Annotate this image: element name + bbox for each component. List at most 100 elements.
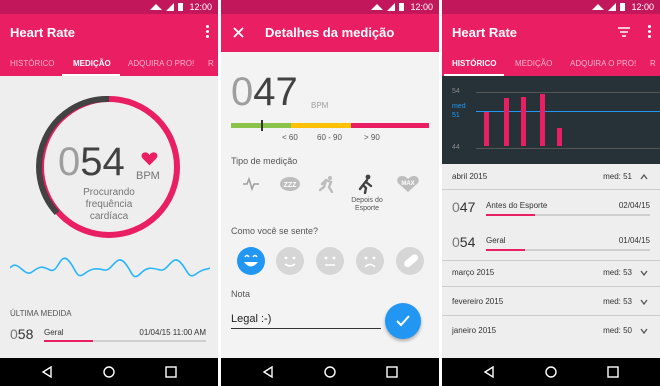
entry-label: Geral: [486, 236, 506, 245]
feeling-title: Como você se sente?: [231, 226, 319, 236]
filter-icon[interactable]: [618, 27, 630, 37]
heartbeat-icon[interactable]: [243, 177, 259, 191]
entry-date: 02/04/15: [618, 201, 650, 210]
home-icon[interactable]: [102, 365, 116, 379]
history-screen: 12:00 Heart Rate HISTÓRICO MEDIÇÃO ADQUI…: [442, 0, 660, 386]
bpm-reading: 054: [58, 142, 125, 182]
last-bpm-prefix: 0: [10, 326, 18, 342]
recents-icon[interactable]: [164, 365, 178, 379]
chevron-down-icon[interactable]: [640, 328, 648, 334]
status-icons: [371, 3, 404, 11]
chevron-up-icon[interactable]: [640, 174, 648, 180]
mood-sick-icon[interactable]: [395, 246, 425, 276]
month-row[interactable]: janeiro 2015 med: 50: [442, 320, 660, 342]
last-label: Geral: [44, 328, 64, 337]
app-bar: Detalhes da medição: [221, 14, 439, 52]
tab-measurement[interactable]: MEDIÇÃO: [515, 59, 552, 68]
entry-bpm-prefix: 0: [452, 199, 460, 215]
history-entry[interactable]: 047 Antes do Esporte 02/04/15: [442, 193, 660, 223]
confirm-button[interactable]: [385, 303, 421, 339]
tab-get-pro[interactable]: ADQUIRA O PRO!: [570, 59, 636, 68]
month-name: março 2015: [452, 268, 495, 277]
app-bar: Heart Rate: [0, 14, 218, 52]
recents-icon[interactable]: [385, 365, 399, 379]
entry-bpm: 047: [452, 199, 475, 215]
measurement-screen: 12:00 Heart Rate HISTÓRICO MEDIÇÃO ADQUI…: [0, 0, 218, 386]
entry-bpm-prefix: 0: [452, 234, 460, 250]
close-icon[interactable]: [233, 27, 244, 38]
tab-history[interactable]: HISTÓRICO: [10, 59, 54, 68]
entry-progress-track: [486, 214, 650, 216]
mood-happy-icon[interactable]: [236, 246, 266, 276]
sleep-icon-label: ZZZ: [284, 182, 298, 189]
tab-bar: HISTÓRICO MEDIÇÃO ADQUIRA O PRO! R: [442, 52, 660, 76]
tab-extra[interactable]: R: [208, 59, 214, 68]
sleep-icon[interactable]: ZZZ: [279, 176, 301, 192]
nav-bar: [442, 358, 660, 386]
tab-history[interactable]: HISTÓRICO: [452, 59, 496, 68]
mood-sad-icon[interactable]: [355, 246, 385, 276]
clock: 12:00: [189, 2, 212, 12]
bpm-prefix: 0: [58, 140, 81, 184]
entry-bpm-value: 54: [459, 234, 476, 250]
chart-median-label: med: [452, 103, 466, 110]
overflow-menu-icon[interactable]: [206, 25, 210, 39]
bpm-reading: 047: [231, 72, 298, 112]
selected-type-label: Depois do Esporte: [351, 197, 383, 212]
last-measurement-title: ÚLTIMA MEDIDA: [10, 309, 72, 318]
app-title: Heart Rate: [452, 25, 518, 40]
month-row[interactable]: abril 2015 med: 51: [442, 166, 660, 188]
home-icon[interactable]: [323, 365, 337, 379]
chart-bar: [521, 97, 526, 146]
overflow-menu-icon[interactable]: [648, 25, 652, 39]
divider: [442, 260, 660, 261]
tab-measurement[interactable]: MEDIÇÃO: [73, 59, 111, 68]
note-input[interactable]: Legal :-): [231, 313, 381, 329]
last-progress-fill: [44, 340, 93, 342]
entry-date: 01/04/15: [618, 236, 650, 245]
app-title: Heart Rate: [10, 25, 76, 40]
month-row[interactable]: março 2015 med: 53: [442, 262, 660, 284]
home-icon[interactable]: [544, 365, 558, 379]
entry-bpm-value: 47: [459, 199, 476, 215]
max-icon[interactable]: MAX: [397, 175, 419, 193]
tab-bar: HISTÓRICO MEDIÇÃO ADQUIRA O PRO! R: [0, 52, 218, 76]
entry-progress-fill: [486, 214, 536, 216]
running-icon[interactable]: [318, 175, 336, 193]
back-icon[interactable]: [40, 365, 54, 379]
scale-label-low: < 60: [282, 133, 298, 142]
history-entry[interactable]: 054 Geral 01/04/15: [442, 228, 660, 258]
recents-icon[interactable]: [606, 365, 620, 379]
tab-extra[interactable]: R: [650, 59, 656, 68]
chevron-down-icon[interactable]: [640, 299, 648, 305]
bpm-unit: BPM: [311, 101, 329, 110]
month-name: abril 2015: [452, 172, 488, 181]
heart-icon: [141, 152, 158, 166]
month-median: med: 50: [603, 326, 632, 335]
after-exercise-icon[interactable]: [357, 174, 375, 194]
entry-bpm: 054: [452, 234, 475, 250]
chart-top-label: 54: [452, 88, 460, 95]
back-icon[interactable]: [261, 365, 275, 379]
chart-median-value: 51: [452, 112, 460, 119]
back-icon[interactable]: [482, 365, 496, 379]
status-bar: 12:00: [0, 0, 218, 14]
pulse-waveform: [10, 257, 210, 278]
bpm-unit: BPM: [136, 170, 160, 182]
chevron-down-icon[interactable]: [640, 270, 648, 276]
month-median: med: 53: [603, 268, 632, 277]
chart-bar: [557, 128, 562, 146]
tab-get-pro[interactable]: ADQUIRA O PRO!: [128, 59, 194, 68]
chart-bottom-label: 44: [452, 144, 460, 151]
mood-smile-icon[interactable]: [275, 246, 305, 276]
mood-neutral-icon[interactable]: [315, 246, 345, 276]
bpm-value: 54: [80, 140, 125, 184]
last-bpm: 058: [10, 326, 33, 342]
last-bpm-value: 58: [17, 326, 34, 342]
month-row[interactable]: fevereiro 2015 med: 53: [442, 291, 660, 313]
scale-label-mid: 60 - 90: [317, 133, 342, 142]
chart-top-gridline: [476, 92, 660, 93]
month-name: janeiro 2015: [452, 326, 497, 335]
scale-high: [351, 123, 429, 128]
max-icon-label: MAX: [401, 181, 414, 187]
